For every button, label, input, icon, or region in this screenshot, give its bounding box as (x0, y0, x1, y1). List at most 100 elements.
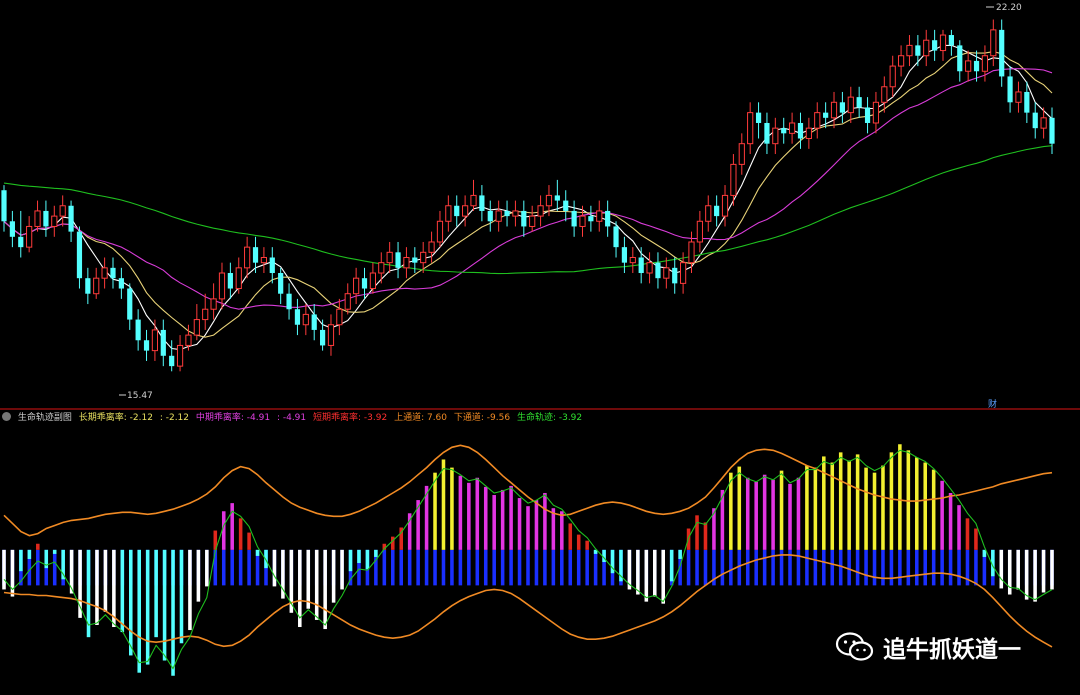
watermark: 追牛抓妖道一 (835, 625, 1021, 669)
candle-body (1024, 91, 1030, 113)
candle-body (235, 267, 242, 290)
finance-marker[interactable]: 财 (988, 398, 997, 410)
bias-bar (526, 506, 530, 550)
negative-band-bar (500, 549, 505, 586)
bias-bar (348, 549, 353, 572)
bias-bar (652, 549, 657, 597)
negative-band-bar (399, 549, 404, 586)
candle-body (714, 205, 720, 217)
bias-bar (450, 467, 454, 550)
indicator-title[interactable]: 生命轨迹副图 (18, 413, 72, 423)
candle-body (721, 194, 729, 217)
bias-bar (145, 549, 150, 665)
negative-band-bar (914, 549, 919, 586)
negative-band-bar (382, 549, 387, 586)
candle-body (43, 210, 49, 227)
candle-body (655, 262, 661, 279)
negative-band-bar (230, 549, 234, 586)
candle-body (470, 194, 477, 207)
candle-body (9, 221, 15, 237)
candle-body (110, 267, 116, 279)
candle-body (881, 86, 888, 103)
negative-band-bar (593, 549, 598, 586)
negative-band-bar (560, 549, 564, 586)
candle-body (772, 127, 779, 145)
negative-band-bar (754, 549, 758, 586)
negative-band-bar (881, 549, 885, 586)
negative-band-bar (221, 549, 226, 586)
negative-band-bar (543, 549, 547, 586)
high-price-label: 22.20 (996, 3, 1022, 13)
negative-band-bar (923, 549, 928, 586)
candle-body (915, 45, 921, 56)
legend-life-track: 生命轨迹: -3.92 (516, 413, 583, 423)
bias-bar (323, 549, 327, 630)
bias-bar (306, 549, 311, 609)
legend-mid-bias-value: : -4.91 (276, 413, 307, 423)
bias-bar (137, 549, 142, 673)
negative-band-bar (813, 549, 818, 586)
circle-icon[interactable] (2, 412, 11, 421)
negative-band-bar (585, 549, 589, 586)
candle-body (646, 262, 653, 274)
bias-bar (948, 492, 953, 550)
candle-body (973, 60, 980, 72)
bias-bar (914, 457, 919, 550)
candle-body (85, 278, 91, 294)
negative-band-bar (720, 549, 725, 586)
bias-bar (864, 467, 868, 550)
candle-body (202, 308, 209, 321)
bias-bar (128, 549, 133, 656)
negative-band-bar (703, 549, 708, 586)
candle-body (344, 293, 351, 310)
negative-band-bar (906, 549, 911, 586)
negative-band-bar (889, 549, 894, 586)
candle-body (218, 272, 226, 300)
bias-bar (458, 475, 463, 550)
bias-bar (534, 500, 539, 550)
legend-mid-bias: 中期乖离率: -4.91 (195, 413, 271, 423)
bias-bar (838, 452, 843, 550)
bias-bar (669, 549, 674, 582)
negative-band-bar (957, 549, 961, 586)
bias-bar (331, 549, 336, 603)
candle-body (302, 313, 309, 326)
candle-body (269, 257, 275, 274)
bias-bar (957, 505, 961, 550)
candle-body (847, 96, 854, 114)
candle-body (939, 34, 947, 52)
bias-bar (661, 549, 666, 604)
bias-bar (737, 466, 742, 550)
candle-body (1049, 117, 1055, 144)
candle-body (781, 128, 787, 134)
bias-bar (855, 454, 860, 550)
candle-body (672, 267, 678, 284)
candle-body (554, 195, 560, 201)
candle-body (948, 35, 954, 46)
bias-bar (898, 444, 902, 550)
candle-body (386, 251, 393, 264)
negative-band-bar (551, 549, 556, 586)
candle-body (420, 251, 427, 264)
bias-bar (881, 465, 885, 550)
candle-body (571, 210, 577, 227)
bias-bar (974, 528, 978, 550)
candle-body (403, 256, 410, 269)
negative-band-bar (855, 549, 860, 586)
bias-bar (906, 450, 911, 550)
negative-band-bar (509, 549, 513, 586)
bias-bar (847, 460, 851, 550)
negative-band-bar (974, 549, 978, 586)
candle-body (730, 163, 737, 196)
negative-band-bar (762, 549, 767, 586)
candle-body (932, 40, 938, 51)
wechat-icon (835, 632, 874, 661)
candle-body (327, 324, 335, 346)
candle-body (378, 262, 385, 274)
watermark-text: 追牛抓妖道一 (883, 637, 1021, 663)
candle-body (512, 210, 519, 217)
candle-body (856, 97, 862, 108)
negative-band-bar (52, 549, 57, 586)
candle-body (278, 273, 284, 294)
candle-body (445, 205, 452, 222)
